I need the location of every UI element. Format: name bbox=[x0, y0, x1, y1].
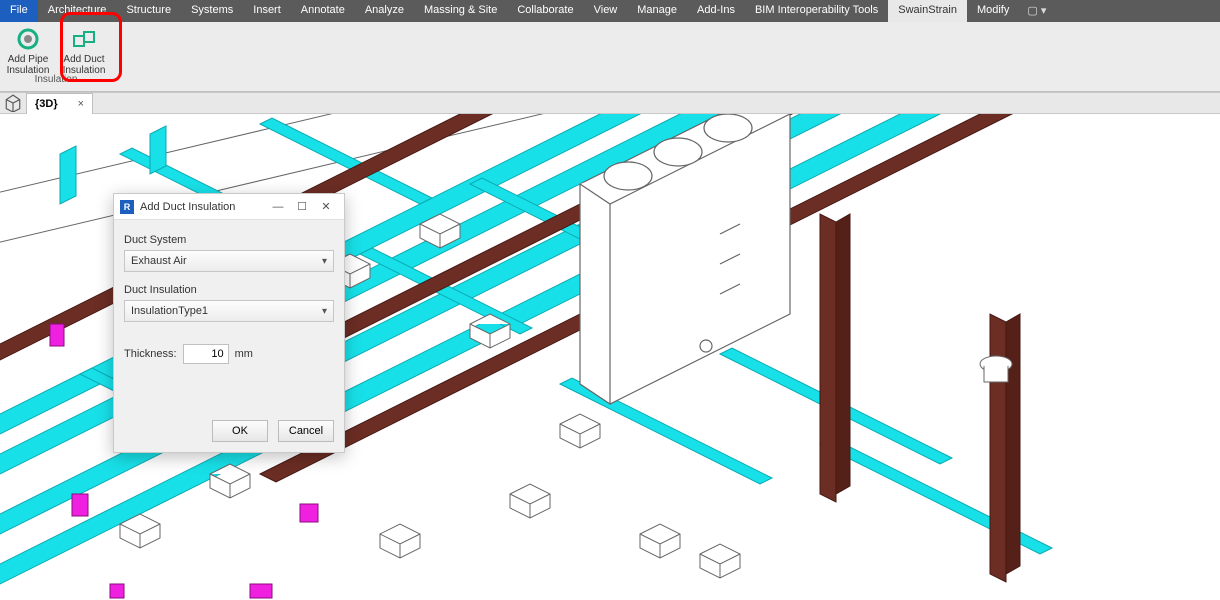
menu-file[interactable]: File bbox=[0, 0, 38, 22]
ribbon-panel-label: Insulation bbox=[35, 74, 78, 85]
menu-insert[interactable]: Insert bbox=[243, 0, 291, 22]
thickness-input[interactable] bbox=[183, 344, 229, 364]
revit-logo-icon: R bbox=[120, 200, 134, 214]
menu-architecture[interactable]: Architecture bbox=[38, 0, 117, 22]
duct-insulation-label: Duct Insulation bbox=[124, 284, 334, 296]
home-3d-icon[interactable] bbox=[4, 95, 22, 111]
menu-collaborate[interactable]: Collaborate bbox=[507, 0, 583, 22]
maximize-button[interactable]: ☐ bbox=[290, 200, 314, 213]
add-pipe-insulation-button[interactable]: Add Pipe Insulation bbox=[0, 24, 56, 76]
menu-analyze[interactable]: Analyze bbox=[355, 0, 414, 22]
duct-insulation-value: InsulationType1 bbox=[131, 305, 208, 317]
ribbon-panel-insulation: Add Pipe Insulation Add Duct Insulation … bbox=[0, 24, 112, 87]
menu-add-ins[interactable]: Add-Ins bbox=[687, 0, 745, 22]
ok-button[interactable]: OK bbox=[212, 420, 268, 442]
menu-manage[interactable]: Manage bbox=[627, 0, 687, 22]
minimize-button[interactable]: — bbox=[266, 201, 290, 213]
thickness-label: Thickness: bbox=[124, 348, 177, 360]
menu-systems[interactable]: Systems bbox=[181, 0, 243, 22]
menu-annotate[interactable]: Annotate bbox=[291, 0, 355, 22]
view-tab-label: {3D} bbox=[35, 98, 58, 110]
add-duct-insulation-button[interactable]: Add Duct Insulation bbox=[56, 24, 112, 76]
cancel-button[interactable]: Cancel bbox=[278, 420, 334, 442]
duct-insulation-icon bbox=[71, 26, 97, 52]
quick-access-toggle[interactable]: ▢ ▾ bbox=[1019, 0, 1054, 22]
ribbon-btn-label: Add Pipe bbox=[8, 54, 49, 65]
dialog-title: Add Duct Insulation bbox=[140, 201, 235, 213]
chevron-down-icon: ▾ bbox=[322, 256, 327, 267]
chevron-down-icon: ▾ bbox=[322, 306, 327, 317]
close-button[interactable]: ✕ bbox=[314, 200, 338, 213]
duct-system-label: Duct System bbox=[124, 234, 334, 246]
menu-swainstrain[interactable]: SwainStrain bbox=[888, 0, 967, 22]
thickness-unit: mm bbox=[235, 348, 253, 360]
menu-view[interactable]: View bbox=[584, 0, 628, 22]
menu-modify[interactable]: Modify bbox=[967, 0, 1019, 22]
add-duct-insulation-dialog: R Add Duct Insulation — ☐ ✕ Duct System … bbox=[113, 193, 345, 453]
view-tab-3d[interactable]: {3D} × bbox=[26, 93, 93, 115]
dialog-titlebar[interactable]: R Add Duct Insulation — ☐ ✕ bbox=[114, 194, 344, 220]
pipe-insulation-icon bbox=[15, 26, 41, 52]
menu-bim-tools[interactable]: BIM Interoperability Tools bbox=[745, 0, 888, 22]
view-tab-bar: {3D} × bbox=[0, 92, 1220, 114]
menu-structure[interactable]: Structure bbox=[116, 0, 181, 22]
menu-bar: File Architecture Structure Systems Inse… bbox=[0, 0, 1220, 22]
duct-system-value: Exhaust Air bbox=[131, 255, 187, 267]
duct-insulation-select[interactable]: InsulationType1 ▾ bbox=[124, 300, 334, 322]
ribbon: Add Pipe Insulation Add Duct Insulation … bbox=[0, 22, 1220, 92]
view-tab-close-icon[interactable]: × bbox=[78, 98, 84, 110]
ribbon-btn-label: Add Duct bbox=[63, 54, 104, 65]
menu-massing-site[interactable]: Massing & Site bbox=[414, 0, 507, 22]
duct-system-select[interactable]: Exhaust Air ▾ bbox=[124, 250, 334, 272]
